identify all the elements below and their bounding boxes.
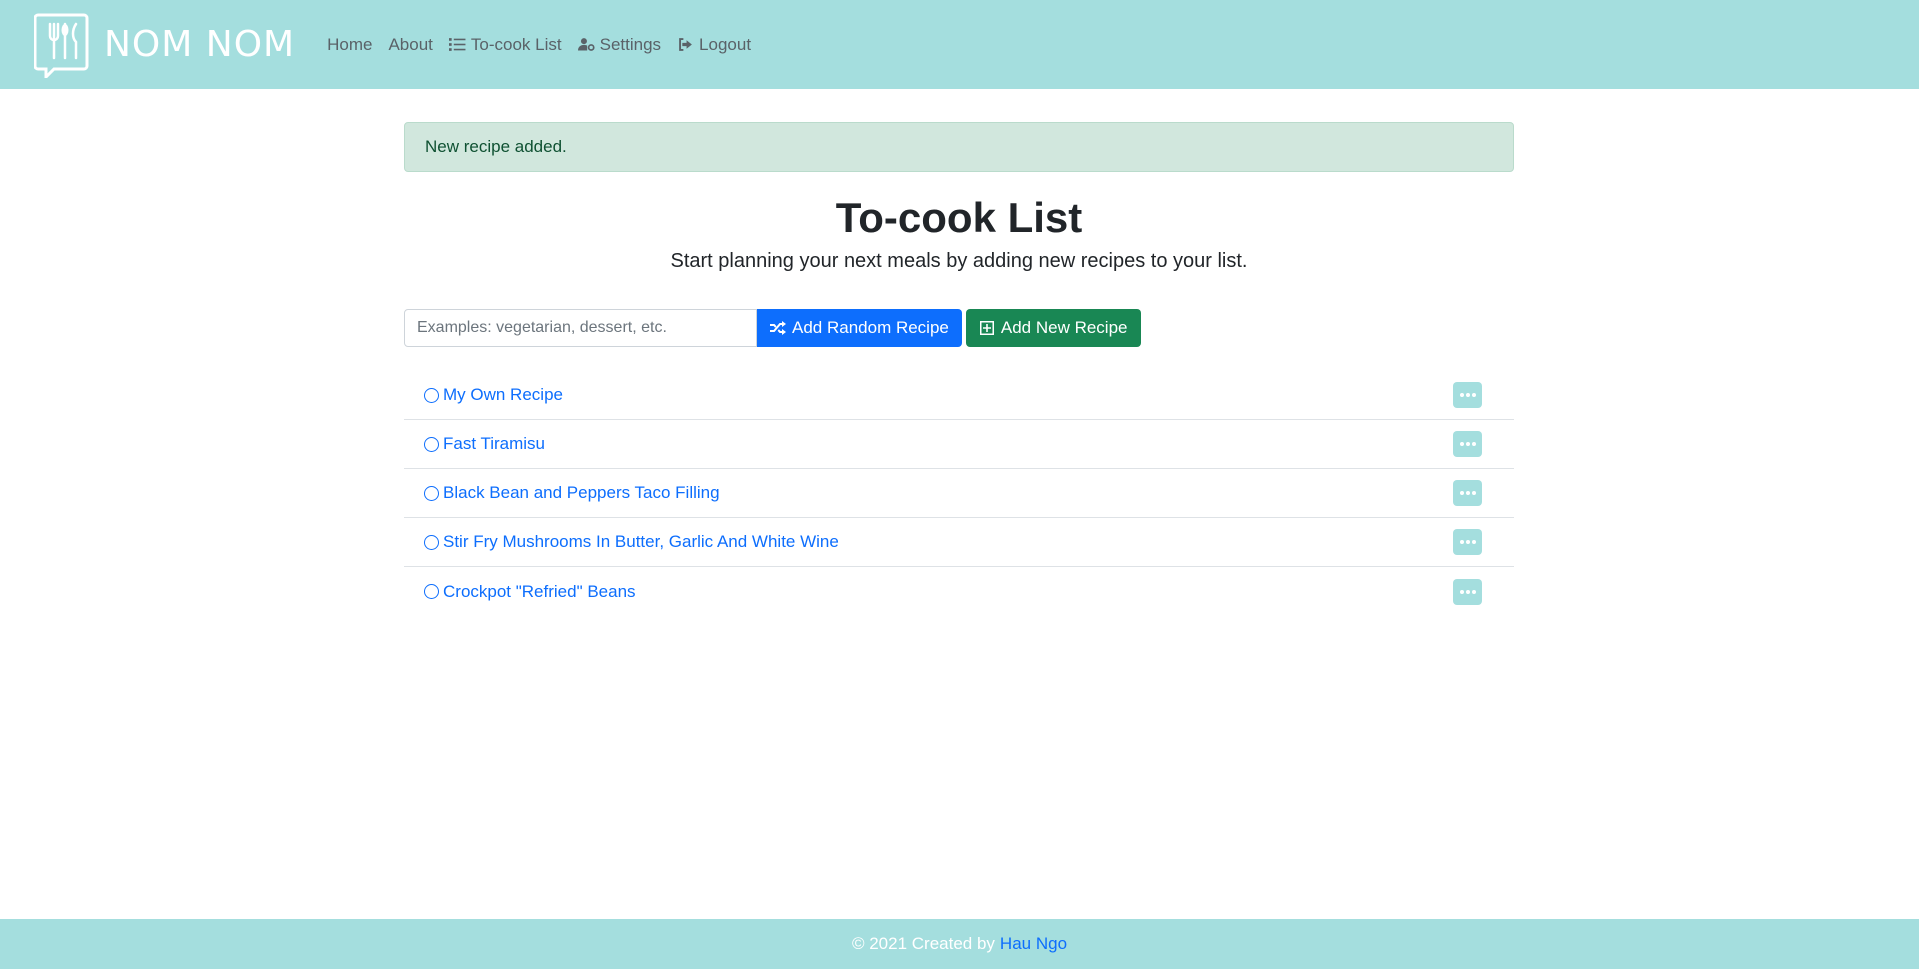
recipe-link[interactable]: Fast Tiramisu [424, 434, 545, 454]
navbar: NOM NOM Home About To-cook List Settings… [0, 0, 1919, 89]
shuffle-icon [770, 321, 786, 335]
ellipsis-icon [1459, 589, 1464, 594]
list-item: Crockpot "Refried" Beans [404, 567, 1514, 616]
tag-search-input[interactable] [404, 309, 757, 347]
list-item: Fast Tiramisu [404, 420, 1514, 469]
more-options-button[interactable] [1453, 431, 1482, 457]
ellipsis-dot [1471, 589, 1476, 594]
page-title: To-cook List [835, 194, 1083, 241]
nav-about[interactable]: About [380, 35, 440, 55]
nav-settings[interactable]: Settings [570, 35, 669, 55]
main-nav: Home About To-cook List Settings Logout [319, 35, 759, 55]
recipe-link[interactable]: My Own Recipe [424, 385, 563, 405]
ellipsis-dot [1471, 442, 1476, 446]
sign-out-icon [679, 38, 692, 51]
circle-icon[interactable] [424, 584, 439, 599]
nav-about-label: About [388, 34, 433, 54]
alert-message: New recipe added. [425, 137, 567, 156]
ellipsis-dot [1471, 393, 1476, 397]
recipe-name: Crockpot "Refried" Beans [443, 581, 636, 601]
more-options-button[interactable] [1453, 578, 1482, 605]
ellipsis-dot [1465, 540, 1470, 544]
ellipsis-dot [1465, 393, 1470, 397]
recipe-link[interactable]: Stir Fry Mushrooms In Butter, Garlic And… [424, 532, 839, 552]
ellipsis-dot [1465, 442, 1470, 446]
nav-home[interactable]: Home [319, 35, 380, 55]
ellipsis-icon [1459, 491, 1464, 495]
ellipsis-dot [1465, 491, 1470, 495]
brand-name: NOM NOM [104, 24, 296, 65]
add-new-recipe-label: Add New Recipe [1000, 318, 1128, 337]
recipe-name: Fast Tiramisu [443, 434, 546, 453]
add-random-recipe-button[interactable]: Add Random Recipe [757, 309, 962, 347]
nav-tocook-label: To-cook List [470, 34, 562, 54]
more-options-button[interactable] [1453, 382, 1482, 408]
ellipsis-icon [1459, 442, 1464, 446]
ellipsis-dot [1471, 540, 1476, 544]
ellipsis-icon [1459, 540, 1464, 544]
nav-settings-label: Settings [599, 34, 662, 54]
more-options-button[interactable] [1453, 480, 1482, 506]
footer: © 2021 Created by Hau Ngo [0, 919, 1919, 969]
more-options-button[interactable] [1453, 529, 1482, 555]
nav-home-label: Home [327, 34, 373, 54]
recipe-name: Black Bean and Peppers Taco Filling [443, 483, 720, 502]
circle-icon[interactable] [424, 436, 439, 452]
list-item: My Own Recipe [404, 371, 1514, 420]
list-icon [448, 38, 466, 51]
brand-link[interactable]: NOM NOM [34, 12, 295, 78]
utensils-logo-icon [34, 13, 89, 78]
recipe-name: My Own Recipe [443, 385, 563, 404]
list-item: Stir Fry Mushrooms In Butter, Garlic And… [404, 518, 1514, 567]
add-random-recipe-label: Add Random Recipe [792, 318, 949, 337]
page-lead: Start planning your next meals by adding… [670, 250, 1248, 272]
recipe-name: Stir Fry Mushrooms In Butter, Garlic And… [443, 532, 839, 551]
nav-tocook-list[interactable]: To-cook List [441, 35, 570, 55]
ellipsis-dot [1465, 589, 1470, 594]
add-new-recipe-button[interactable]: Add New Recipe [965, 309, 1141, 347]
circle-icon[interactable] [424, 485, 439, 501]
circle-icon[interactable] [424, 534, 439, 550]
recipe-toolbar: Add Random Recipe Add New Recipe [404, 309, 1514, 347]
footer-author-link[interactable]: Hau Ngo [1000, 934, 1067, 954]
recipe-list: My Own Recipe Fast Tiramisu Black Bean a… [404, 371, 1514, 616]
plus-square-icon [979, 321, 994, 335]
main-content: New recipe added. To-cook List Start pla… [404, 122, 1514, 616]
nav-logout[interactable]: Logout [669, 35, 759, 55]
user-cog-icon [577, 38, 595, 51]
footer-copyright: © 2021 Created by [851, 934, 995, 953]
list-item: Black Bean and Peppers Taco Filling [404, 469, 1514, 518]
nav-logout-label: Logout [699, 34, 752, 54]
ellipsis-dot [1471, 491, 1476, 495]
circle-icon[interactable] [424, 387, 439, 403]
recipe-link[interactable]: Black Bean and Peppers Taco Filling [424, 483, 720, 503]
recipe-link[interactable]: Crockpot "Refried" Beans [424, 582, 636, 602]
ellipsis-icon [1459, 393, 1464, 397]
success-alert: New recipe added. [404, 122, 1514, 172]
